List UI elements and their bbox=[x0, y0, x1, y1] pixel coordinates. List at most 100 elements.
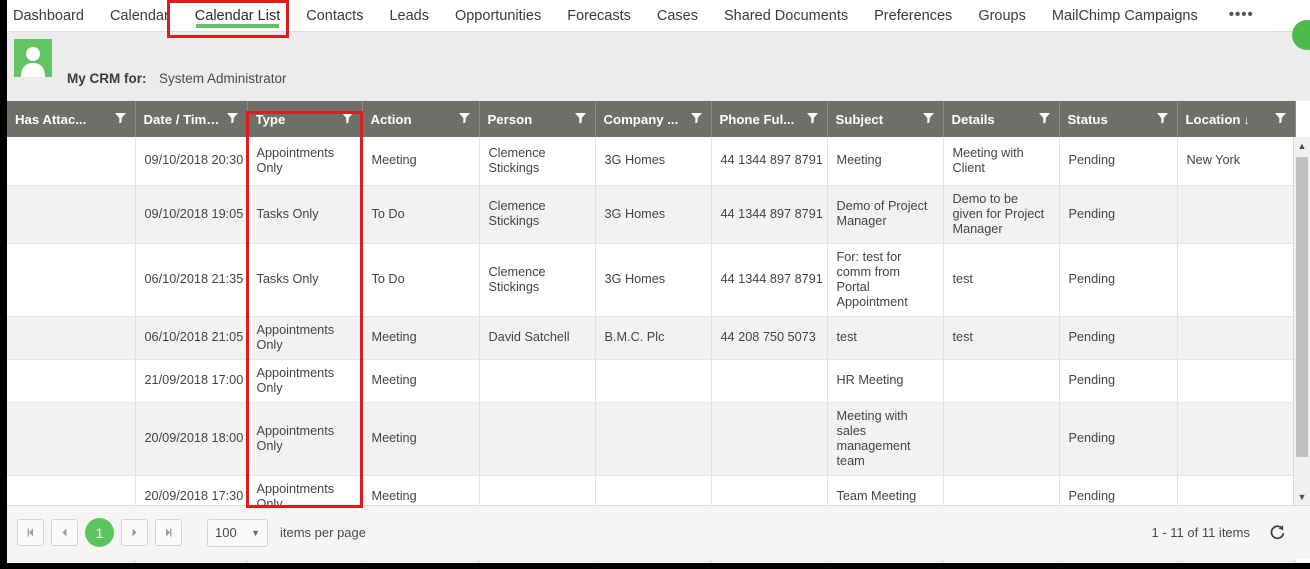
cell-has-attachment bbox=[7, 402, 136, 476]
cell-date-time: 06/10/2018 21:35 bbox=[135, 243, 248, 317]
cell-location bbox=[1177, 359, 1296, 403]
cell-details: Meeting with Client bbox=[943, 137, 1060, 186]
column-header-status[interactable]: Status bbox=[1059, 101, 1178, 137]
cell-status: Pending bbox=[1059, 137, 1178, 186]
table-row[interactable]: 18/09/2018 19:00 Appointments Only Meeti… bbox=[7, 561, 1296, 563]
cell-person-link[interactable]: Clemence Stickings bbox=[479, 137, 596, 186]
nav-tab-label: Calendar bbox=[109, 8, 169, 24]
table-row[interactable]: 20/09/2018 18:00 Appointments Only Meeti… bbox=[7, 402, 1296, 476]
cell-phone bbox=[711, 561, 828, 563]
filter-icon[interactable] bbox=[226, 111, 239, 127]
cell-company-link[interactable]: B.M.C. Plc bbox=[595, 316, 712, 360]
cell-action: To Do bbox=[362, 185, 480, 244]
caret-down-icon[interactable]: ▼ bbox=[251, 528, 260, 538]
calendar-data-table: Has Attac... Date / Time↓ Type Action bbox=[7, 101, 1296, 563]
nav-tab-preferences[interactable]: Preferences bbox=[861, 0, 965, 31]
nav-tab-opportunities[interactable]: Opportunities bbox=[442, 0, 554, 31]
column-header-location[interactable]: Location ↓ bbox=[1177, 101, 1296, 137]
nav-tab-groups[interactable]: Groups bbox=[965, 0, 1039, 31]
first-page-button[interactable] bbox=[17, 519, 44, 546]
cell-company-link[interactable] bbox=[595, 561, 712, 563]
cell-has-attachment bbox=[7, 316, 136, 360]
cell-location bbox=[1177, 561, 1296, 563]
page-size-select[interactable]: 100 ▼ bbox=[207, 518, 268, 547]
column-header-label: Phone Ful... bbox=[719, 111, 795, 127]
filter-icon[interactable] bbox=[341, 111, 354, 127]
cell-subject: Meeting with sales management team bbox=[827, 402, 944, 476]
nav-tab-cases[interactable]: Cases bbox=[644, 0, 711, 31]
table-row[interactable]: 06/10/2018 21:05 Appointments Only Meeti… bbox=[7, 316, 1296, 360]
cell-location bbox=[1177, 185, 1296, 244]
table-row[interactable]: 06/10/2018 21:35 Tasks Only To Do Clemen… bbox=[7, 243, 1296, 317]
column-header-date-time[interactable]: Date / Time↓ bbox=[135, 101, 248, 137]
cell-company-link[interactable] bbox=[595, 359, 712, 403]
table-row[interactable]: 09/10/2018 19:05 Tasks Only To Do Clemen… bbox=[7, 185, 1296, 244]
nav-tab-calendar[interactable]: Calendar bbox=[97, 0, 182, 31]
nav-tab-contacts[interactable]: Contacts bbox=[293, 0, 376, 31]
table-row[interactable]: 09/10/2018 20:30 Appointments Only Meeti… bbox=[7, 137, 1296, 186]
scroll-up-arrow-icon[interactable]: ▲ bbox=[1294, 137, 1310, 154]
cell-person-link[interactable] bbox=[479, 359, 596, 403]
scroll-down-arrow-icon[interactable]: ▼ bbox=[1294, 488, 1310, 505]
filter-icon[interactable] bbox=[114, 111, 127, 127]
current-page-button[interactable]: 1 bbox=[85, 518, 114, 547]
column-header-label: Location ↓ bbox=[1185, 111, 1250, 127]
cell-date-time: 18/09/2018 19:00 bbox=[135, 561, 248, 563]
item-count-label: 1 - 11 of 11 items bbox=[1151, 525, 1250, 540]
nav-tab-label: MailChimp Campaigns bbox=[1051, 8, 1198, 24]
cell-action: Meeting bbox=[362, 137, 480, 186]
cell-person-link[interactable] bbox=[479, 561, 596, 563]
column-header-action[interactable]: Action bbox=[362, 101, 480, 137]
active-tab-underline bbox=[195, 24, 280, 28]
cell-type: Tasks Only bbox=[247, 185, 363, 244]
nav-tab-mailchimp-campaigns[interactable]: MailChimp Campaigns bbox=[1039, 0, 1211, 31]
last-page-button[interactable] bbox=[155, 519, 182, 546]
cell-person-link[interactable]: Clemence Stickings bbox=[479, 243, 596, 317]
next-page-button[interactable] bbox=[121, 519, 148, 546]
cell-company-link[interactable]: 3G Homes bbox=[595, 185, 712, 244]
filter-icon[interactable] bbox=[922, 111, 935, 127]
cell-company-link[interactable]: 3G Homes bbox=[595, 243, 712, 317]
cell-action: Meeting bbox=[362, 561, 480, 563]
filter-icon[interactable] bbox=[458, 111, 471, 127]
cell-company-link[interactable] bbox=[595, 402, 712, 476]
column-header-person[interactable]: Person bbox=[479, 101, 596, 137]
filter-icon[interactable] bbox=[574, 111, 587, 127]
column-header-subject[interactable]: Subject bbox=[827, 101, 944, 137]
page-size-value: 100 bbox=[215, 525, 237, 540]
grid-vertical-scrollbar[interactable]: ▲ ▼ bbox=[1293, 137, 1310, 505]
refresh-icon[interactable] bbox=[1268, 523, 1288, 543]
column-header-details[interactable]: Details bbox=[943, 101, 1060, 137]
column-header-type[interactable]: Type bbox=[247, 101, 363, 137]
cell-type: Appointments Only bbox=[247, 137, 363, 186]
filter-icon[interactable] bbox=[806, 111, 819, 127]
nav-tab-shared-documents[interactable]: Shared Documents bbox=[711, 0, 861, 31]
filter-icon[interactable] bbox=[1156, 111, 1169, 127]
nav-tab-forecasts[interactable]: Forecasts bbox=[554, 0, 644, 31]
scrollbar-thumb[interactable] bbox=[1296, 157, 1308, 457]
cell-company-link[interactable]: 3G Homes bbox=[595, 137, 712, 186]
previous-page-button[interactable] bbox=[51, 519, 78, 546]
cell-action: Meeting bbox=[362, 402, 480, 476]
filter-icon[interactable] bbox=[1274, 111, 1287, 127]
cell-type: Appointments Only bbox=[247, 359, 363, 403]
filter-icon[interactable] bbox=[690, 111, 703, 127]
nav-overflow-icon[interactable]: •••• bbox=[1211, 0, 1266, 28]
column-header-phone-full[interactable]: Phone Ful... bbox=[711, 101, 828, 137]
nav-tab-calendar-list[interactable]: Calendar List bbox=[182, 0, 293, 31]
nav-tab-dashboard[interactable]: Dashboard bbox=[7, 0, 97, 31]
column-header-label: Person bbox=[487, 111, 533, 127]
nav-tab-leads[interactable]: Leads bbox=[376, 0, 442, 31]
table-row[interactable]: 21/09/2018 17:00 Appointments Only Meeti… bbox=[7, 359, 1296, 403]
cell-person-link[interactable] bbox=[479, 402, 596, 476]
cell-person-link[interactable]: David Satchell bbox=[479, 316, 596, 360]
column-header-company[interactable]: Company ... bbox=[595, 101, 712, 137]
filter-icon[interactable] bbox=[1038, 111, 1051, 127]
crm-user-name: System Administrator bbox=[159, 71, 287, 86]
column-header-label: Status bbox=[1067, 111, 1108, 127]
column-header-has-attachment[interactable]: Has Attac... bbox=[7, 101, 136, 137]
cell-date-time: 09/10/2018 19:05 bbox=[135, 185, 248, 244]
cell-has-attachment bbox=[7, 185, 136, 244]
cell-person-link[interactable]: Clemence Stickings bbox=[479, 185, 596, 244]
column-header-label: Has Attac... bbox=[15, 111, 87, 127]
